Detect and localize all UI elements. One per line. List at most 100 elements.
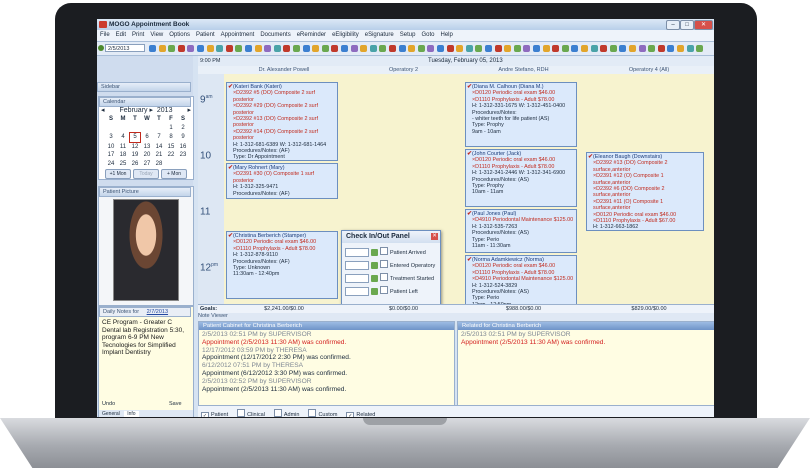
toolbar-tool-icon[interactable] [216, 45, 224, 52]
prev-month-button[interactable]: +1 Mon [105, 169, 131, 179]
calendar-day[interactable]: 23 [177, 151, 189, 160]
toolbar-tool-icon[interactable] [600, 45, 608, 52]
toolbar-tool-icon[interactable] [283, 45, 291, 52]
toolbar-tool-icon[interactable] [245, 45, 252, 52]
appointment-card[interactable]: ✔ (Diana M. Calhoun (Diana M.) ×D0120 Peri… [465, 82, 577, 147]
toolbar-tool-icon[interactable] [581, 45, 588, 52]
calendar-day[interactable]: 17 [105, 151, 117, 160]
toolbar-tool-icon[interactable] [427, 45, 435, 52]
check-in-checkbox[interactable] [380, 247, 388, 255]
toolbar-tool-icon[interactable] [417, 45, 425, 52]
toolbar-tool-icon[interactable] [638, 45, 646, 52]
menu-item[interactable]: Documents [257, 30, 293, 38]
toolbar-tool-icon[interactable] [398, 45, 406, 52]
calendar-day[interactable]: 4 [117, 133, 129, 142]
appointment-card[interactable]: ✔ (John Courter (Jack) ×D0120 Periodic ora… [465, 149, 577, 207]
calendar-day[interactable]: 28 [153, 160, 165, 169]
menu-item[interactable]: Appointment [218, 30, 258, 38]
toolbar-tool-icon[interactable] [542, 45, 550, 52]
calendar-day[interactable]: 9 [177, 133, 189, 142]
today-button[interactable]: Today [133, 169, 159, 179]
check-in-checkbox[interactable] [380, 273, 388, 281]
toolbar-tool-icon[interactable] [360, 45, 368, 52]
toolbar-tool-icon[interactable] [321, 45, 329, 52]
toolbar-tool-icon[interactable] [456, 45, 464, 52]
calendar-day[interactable]: 27 [141, 160, 153, 169]
filter-checkbox[interactable]: ✓ [201, 412, 209, 417]
toolbar-tool-icon[interactable] [571, 45, 579, 52]
calendar-day[interactable]: 14 [153, 143, 165, 152]
daily-notes-text[interactable]: CE Program - Greater C Dental lab Regist… [99, 317, 193, 359]
menu-item[interactable]: Edit [113, 30, 129, 38]
calendar-day[interactable]: 18 [117, 151, 129, 160]
toolbar-tool-icon[interactable] [331, 45, 339, 52]
toolbar-tool-icon[interactable] [225, 45, 233, 52]
toolbar-tool-icon[interactable] [609, 45, 617, 52]
toolbar-tool-icon[interactable] [657, 45, 665, 52]
filter-checkbox[interactable]: ✓ [346, 412, 355, 417]
toolbar-tool-icon[interactable] [312, 45, 320, 52]
appointment-card[interactable]: ✔ (Mary Rohnert (Mary) ×D2391 #30 (O) Comp… [226, 163, 338, 199]
toolbar-tool-icon[interactable] [369, 45, 377, 52]
toolbar-tool-icon[interactable] [561, 45, 569, 52]
toolbar-tool-icon[interactable] [533, 45, 540, 52]
menu-item[interactable]: File [97, 30, 113, 38]
calendar-day[interactable]: 26 [129, 160, 141, 169]
calendar-day[interactable]: 22 [165, 151, 177, 160]
calendar-day[interactable]: 24 [105, 160, 117, 169]
toolbar-tool-icon[interactable] [437, 45, 444, 52]
toolbar-tool-icon[interactable] [379, 45, 387, 52]
filter-option[interactable]: ✓ Patient [201, 412, 228, 417]
calendar-day[interactable]: 8 [165, 133, 177, 142]
calendar-day[interactable]: 12 [129, 143, 141, 152]
toolbar-tool-icon[interactable] [235, 45, 243, 52]
toolbar-tool-icon[interactable] [590, 45, 598, 52]
calendar-day[interactable]: 13 [141, 143, 153, 152]
time-input[interactable] [345, 287, 369, 297]
toolbar-tool-icon[interactable] [264, 45, 272, 52]
toolbar-tool-icon[interactable] [504, 45, 512, 52]
toolbar-tool-icon[interactable] [293, 45, 300, 52]
toolbar-tool-icon[interactable] [158, 45, 166, 52]
menu-item[interactable]: Patient [193, 30, 218, 38]
time-input[interactable] [345, 274, 369, 284]
toolbar-tool-icon[interactable] [629, 45, 636, 52]
toolbar-tool-icon[interactable] [696, 45, 704, 52]
back-icon[interactable] [98, 45, 104, 51]
filter-option[interactable]: Custom [308, 409, 337, 417]
toolbar-tool-icon[interactable] [197, 45, 204, 52]
toolbar-tool-icon[interactable] [187, 45, 195, 52]
toolbar-tool-icon[interactable] [168, 45, 176, 52]
calendar-day[interactable]: 21 [153, 151, 165, 160]
calendar-day[interactable]: 15 [165, 143, 177, 152]
calendar-day[interactable]: 11 [117, 143, 129, 152]
toolbar-tool-icon[interactable] [273, 45, 281, 52]
toolbar-tool-icon[interactable] [446, 45, 454, 52]
calendar-day[interactable]: 6 [141, 133, 153, 142]
menu-item[interactable]: eReminder [294, 30, 329, 38]
toolbar-tool-icon[interactable] [494, 45, 502, 52]
menu-item[interactable]: Print [129, 30, 147, 38]
toolbar-tool-icon[interactable] [149, 45, 156, 52]
check-in-row[interactable]: Patient Arrived [345, 247, 437, 258]
menu-item[interactable]: eSignature [362, 30, 397, 38]
menu-item[interactable]: Options [166, 30, 193, 38]
calendar-day[interactable]: 19 [129, 151, 141, 160]
toolbar-tool-icon[interactable] [389, 45, 396, 52]
menu-item[interactable]: eEligibility [329, 30, 362, 38]
tab-info[interactable]: Info [124, 411, 139, 417]
menu-item[interactable]: View [147, 30, 166, 38]
filter-option[interactable]: Admin [273, 409, 299, 417]
toolbar-tool-icon[interactable] [177, 45, 185, 52]
toolbar-tool-icon[interactable] [513, 45, 521, 52]
calendar-day[interactable]: 20 [141, 151, 153, 160]
menu-item[interactable]: Setup [397, 30, 419, 38]
time-input[interactable] [345, 261, 369, 271]
maximize-button[interactable]: □ [680, 20, 694, 30]
minimize-button[interactable]: – [666, 20, 680, 30]
toolbar-tool-icon[interactable] [254, 45, 262, 52]
appointment-card[interactable]: ✔ (Christina Berberich (Stamper) ×D0120 Pe… [226, 231, 338, 299]
calendar-day[interactable]: 10 [105, 143, 117, 152]
toolbar-tool-icon[interactable] [302, 45, 310, 52]
toolbar-tool-icon[interactable] [475, 45, 483, 52]
